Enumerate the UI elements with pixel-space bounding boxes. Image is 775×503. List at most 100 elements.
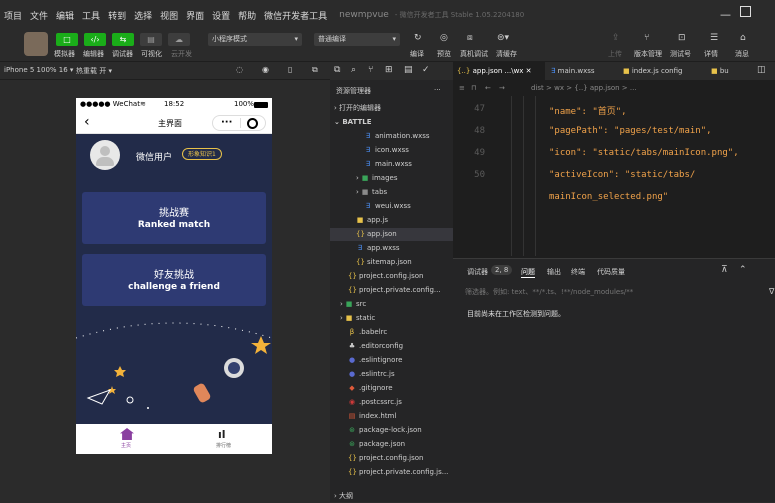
file-tree-item[interactable]: ● .eslintrc.js [330, 368, 395, 381]
menu-file[interactable]: 文件 [26, 9, 52, 22]
close-app-icon[interactable] [247, 118, 258, 129]
file-tree-item[interactable]: ◉ .postcssrc.js [330, 396, 402, 409]
back-arrow-icon[interactable]: ← [485, 80, 491, 96]
menu-edit[interactable]: 编辑 [52, 9, 78, 22]
tab-index-js[interactable]: ■ index.js config [619, 62, 705, 80]
upload-icon[interactable]: ⇪ [612, 33, 620, 43]
test-account-icon[interactable]: ⊡ [678, 33, 686, 43]
avatar[interactable] [24, 32, 48, 56]
record-icon[interactable]: ◉ [262, 65, 269, 74]
tab-main-wxss[interactable]: ∃ main.wxss [547, 62, 617, 80]
file-tree-item[interactable]: ∃ icon.wxss [330, 144, 409, 157]
back-icon[interactable]: ‹ [84, 114, 90, 130]
split-editor-icon[interactable]: ◫ [757, 65, 766, 75]
file-tree-item[interactable]: › ■ static [330, 312, 375, 325]
upload-button[interactable]: 上传 [608, 49, 622, 59]
files-icon[interactable]: ⧉ [334, 65, 340, 75]
menu-goto[interactable]: 转到 [104, 9, 130, 22]
file-tree-item[interactable]: {} project.config.json [330, 452, 423, 465]
friend-challenge-button[interactable]: 好友挑战 challenge a friend [82, 254, 266, 306]
compile-select[interactable]: 普通编译 ▾ [314, 33, 400, 46]
editor-toggle[interactable]: ‹/› [84, 33, 106, 46]
open-editors-section[interactable]: › 打开的编辑器 [334, 102, 381, 115]
visual-toggle[interactable]: ▤ [140, 33, 162, 46]
file-tree-item[interactable]: ∃ app.wxss [330, 242, 400, 255]
file-tree-item[interactable]: {} project.private.config... [330, 284, 441, 297]
file-tree-item[interactable]: {} project.config.json [330, 270, 423, 283]
root-folder[interactable]: ⌄ BATTLE [334, 116, 371, 129]
popout-icon[interactable]: ⧉ [312, 65, 318, 75]
file-tree-item[interactable]: ⊛ package.json [330, 438, 405, 451]
file-tree-item[interactable]: ◆ .gitignore [330, 382, 392, 395]
file-tree-item[interactable]: ∃ weui.wxss [330, 200, 411, 213]
menu-view[interactable]: 视图 [156, 9, 182, 22]
mode-select[interactable]: 小程序模式 ▾ [208, 33, 302, 46]
file-tree-item[interactable]: ⊛ package-lock.json [330, 424, 422, 437]
compile-button[interactable]: 编译 [410, 49, 424, 59]
ranking-icon[interactable]: ıl [218, 428, 226, 441]
menu-help[interactable]: 帮助 [234, 9, 260, 22]
extensions-icon[interactable]: ⊞ [385, 65, 393, 75]
file-tree-item[interactable]: ♣ .editorconfig [330, 340, 403, 353]
minimize-icon[interactable]: — [720, 8, 731, 21]
message-button[interactable]: 消息 [735, 49, 749, 59]
clear-cache-icon[interactable]: ⊜▾ [497, 33, 509, 43]
user-avatar[interactable] [90, 140, 120, 170]
filter-icon[interactable]: ⊼ [721, 265, 728, 275]
file-tree-item[interactable]: › ■ src [330, 298, 366, 311]
panel-tab-problems[interactable]: 问题 [521, 267, 535, 277]
rotate-icon[interactable]: ◌ [236, 65, 243, 74]
breadcrumb-path[interactable]: dist > wx > {..} app.json > ... [531, 80, 637, 96]
cloud-toggle[interactable]: ☁ [168, 33, 190, 46]
details-icon[interactable]: ☰ [710, 33, 718, 43]
phone-icon[interactable]: ▯ [288, 65, 292, 74]
file-tree-item[interactable]: ∃ animation.wxss [330, 130, 430, 143]
refresh-icon[interactable]: ↻ [414, 33, 422, 43]
menu-project[interactable]: 项目 [0, 9, 26, 22]
file-tree-item[interactable]: › ■ tabs [330, 186, 387, 199]
version-manage-button[interactable]: 版本管理 [634, 49, 662, 59]
ranked-match-button[interactable]: 挑战赛 Ranked match [82, 192, 266, 244]
forward-arrow-icon[interactable]: → [499, 80, 505, 96]
menu-select[interactable]: 选择 [130, 9, 156, 22]
file-tree-item[interactable]: ∃ main.wxss [330, 158, 412, 171]
preview-button[interactable]: 预览 [437, 49, 451, 59]
menu-wechat-devtools[interactable]: 微信开发者工具 [260, 9, 331, 22]
bookmark-icon[interactable]: ⊓ [471, 80, 476, 96]
filter-funnel-icon[interactable]: ∇ [769, 287, 774, 296]
clear-cache-button[interactable]: 清缓存 [496, 49, 517, 59]
outline-icon[interactable]: ▤ [404, 65, 413, 75]
tab-bu[interactable]: ■ bu [707, 62, 747, 80]
details-button[interactable]: 详情 [704, 49, 718, 59]
search-icon[interactable]: ⌕ [351, 65, 356, 75]
git-icon[interactable]: ⑂ [368, 65, 373, 75]
home-icon[interactable] [120, 428, 134, 440]
real-device-debug-button[interactable]: 真机调试 [460, 49, 488, 59]
list-icon[interactable]: ≡ [459, 80, 465, 96]
tab-app-json[interactable]: {..} app.json ...\wx ✕ [453, 62, 545, 80]
panel-tab-code-quality[interactable]: 代码质量 [597, 267, 625, 277]
file-tree-item[interactable]: {} sitemap.json [330, 256, 412, 269]
menu-interface[interactable]: 界面 [182, 9, 208, 22]
debugger-toggle[interactable]: ⇆ [112, 33, 134, 46]
test-account-button[interactable]: 测试号 [670, 49, 691, 59]
device-select[interactable]: iPhone 5 100% 16 ▾ [4, 66, 73, 74]
more-icon[interactable]: ··· [221, 117, 232, 128]
hotreload-select[interactable]: 热重载 开 ▾ [76, 66, 112, 76]
file-tree-item[interactable]: ● .eslintignore [330, 354, 402, 367]
file-tree-item[interactable]: ▤ index.html [330, 410, 397, 423]
chevron-up-icon[interactable]: ⌃ [739, 265, 747, 275]
panel-tab-output[interactable]: 输出 [547, 267, 561, 277]
explorer-more[interactable]: ··· [434, 86, 441, 94]
code-view[interactable]: 47 "name": "首页", 48 "pagePath": "pages/t… [453, 96, 775, 256]
problems-filter-input[interactable] [465, 285, 771, 299]
tab-ranking-label[interactable]: 排行榜 [216, 442, 231, 449]
outline-section[interactable]: › 大纲 [334, 490, 353, 503]
file-tree-item[interactable]: {} project.private.config.js... [330, 466, 448, 479]
bird-icon[interactable]: ✓ [422, 65, 430, 75]
panel-tab-terminal[interactable]: 终端 [571, 267, 585, 277]
file-tree-item[interactable]: {} app.json [330, 228, 453, 241]
file-tree-item[interactable]: β .babelrc [330, 326, 387, 339]
maximize-icon[interactable] [740, 6, 751, 17]
message-icon[interactable]: ⌂ [740, 33, 746, 43]
